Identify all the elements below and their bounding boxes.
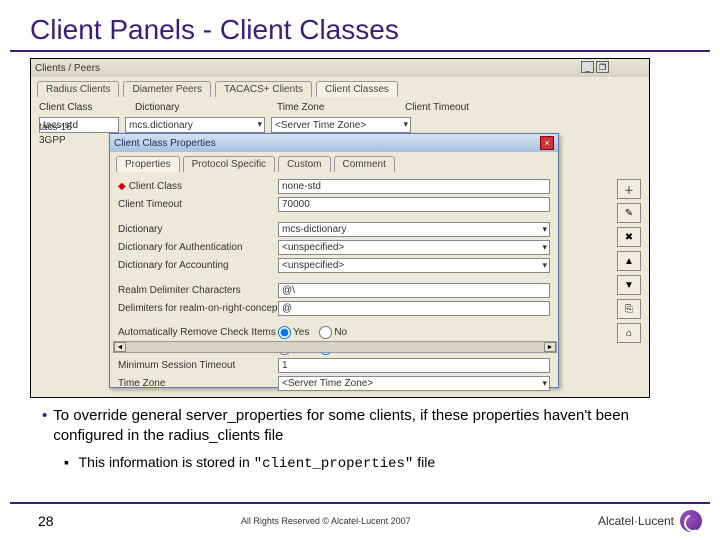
bullet-list: • To override general server_properties … (42, 406, 690, 473)
label-client-timeout: Client Timeout (118, 199, 278, 210)
radio-auto-remove-no[interactable]: No (319, 326, 347, 339)
scroll-left-icon[interactable]: ◄ (114, 342, 126, 352)
window-title: Clients / Peers (35, 63, 100, 74)
footer-divider (10, 502, 710, 504)
radio-auto-remove-yes[interactable]: Yes (278, 326, 309, 339)
input-dictionary[interactable]: mcs-dictionary (278, 222, 550, 237)
home-icon[interactable]: ⌂ (617, 323, 641, 343)
label-client-class: ◆Client Class (118, 181, 278, 192)
col-client-class: Client Class (39, 102, 129, 113)
label-dictionary: Dictionary (118, 224, 278, 235)
label-time-zone: Time Zone (118, 378, 278, 389)
app-screenshot: Clients / Peers _ ❐ Radius Clients Diame… (30, 58, 650, 398)
col-timeout: Client Timeout (405, 102, 495, 113)
header-timezone-dropdown[interactable]: <Server Time Zone> (271, 117, 411, 133)
title-underline (10, 50, 710, 52)
dialog-titlebar: Client Class Properties × (110, 134, 558, 152)
label-min-session: Minimum Session Timeout (118, 360, 278, 371)
copy-icon[interactable]: ⎘ (617, 299, 641, 319)
maximize-button[interactable]: ❐ (596, 61, 609, 73)
bullet-dot-icon: • (42, 406, 47, 447)
tab-radius-clients[interactable]: Radius Clients (37, 81, 119, 97)
scroll-right-icon[interactable]: ► (544, 342, 556, 352)
brand-name: Alcatel·Lucent (598, 514, 674, 528)
move-up-icon[interactable]: ▲ (617, 251, 641, 271)
dlg-tab-protocol[interactable]: Protocol Specific (183, 156, 275, 172)
tab-client-classes[interactable]: Client Classes (316, 81, 398, 97)
page-number: 28 (38, 513, 54, 529)
side-toolbar: ＋ ✎ ✖ ▲ ▼ ⎘ ⌂ (617, 179, 643, 343)
label-auto-remove: Automatically Remove Check Items (118, 327, 278, 338)
delete-icon[interactable]: ✖ (617, 227, 641, 247)
sub-bullet-code: "client_properties" (254, 456, 414, 472)
dlg-tab-properties[interactable]: Properties (116, 156, 180, 172)
add-icon[interactable]: ＋ (617, 179, 641, 199)
input-dict-acct[interactable]: <unspecified> (278, 258, 550, 273)
brand-logo-icon (680, 510, 702, 532)
sub-bullet-post: file (413, 454, 435, 470)
brand: Alcatel·Lucent (598, 510, 702, 532)
label-delim-right: Delimiters for realm-on-right-concepts (118, 303, 278, 314)
input-client-timeout[interactable]: 70000 (278, 197, 550, 212)
header-dictionary-dropdown[interactable]: mcs.dictionary (125, 117, 265, 133)
input-min-session[interactable]: 1 (278, 358, 550, 373)
dialog-body: ◆Client Class none-std Client Timeout 70… (110, 172, 558, 398)
page-title: Client Panels - Client Classes (0, 0, 720, 50)
dlg-tab-comment[interactable]: Comment (334, 156, 395, 172)
copyright: All Rights Reserved © Alcatel-Lucent 200… (54, 516, 598, 526)
input-realm-delim[interactable]: @\ (278, 283, 550, 298)
main-tab-bar: Radius Clients Diameter Peers TACACS+ Cl… (31, 77, 649, 97)
input-time-zone[interactable]: <Server Time Zone> (278, 376, 550, 391)
dialog-title: Client Class Properties (114, 138, 216, 149)
bullet-text-1: To override general server_properties fo… (53, 406, 690, 447)
slide-footer: 28 All Rights Reserved © Alcatel-Lucent … (0, 510, 720, 532)
dialog-tabs: Properties Protocol Specific Custom Comm… (110, 152, 558, 172)
window-controls: _ ❐ (581, 61, 609, 73)
horizontal-scrollbar[interactable]: ◄ ► (113, 341, 557, 353)
col-dictionary: Dictionary (135, 102, 225, 113)
input-dict-auth[interactable]: <unspecified> (278, 240, 550, 255)
tab-tacacs-clients[interactable]: TACACS+ Clients (215, 81, 312, 97)
label-dict-acct: Dictionary for Accounting (118, 260, 278, 271)
input-client-class[interactable]: none-std (278, 179, 550, 194)
bullet-square-icon: ▪ (64, 454, 69, 470)
close-icon[interactable]: × (540, 136, 554, 150)
col-timezone: Time Zone (277, 102, 367, 113)
list-item[interactable]: 3GPP (37, 134, 99, 147)
dlg-tab-custom[interactable]: Custom (278, 156, 330, 172)
label-realm-delim: Realm Delimiter Characters (118, 285, 278, 296)
minimize-button[interactable]: _ (581, 61, 594, 73)
edit-icon[interactable]: ✎ (617, 203, 641, 223)
input-delim-right[interactable]: @ (278, 301, 550, 316)
window-titlebar: Clients / Peers (31, 59, 649, 77)
label-dict-auth: Dictionary for Authentication (118, 242, 278, 253)
tab-diameter-peers[interactable]: Diameter Peers (123, 81, 210, 97)
list-item[interactable]: tacs-16 (37, 121, 99, 134)
move-down-icon[interactable]: ▼ (617, 275, 641, 295)
sub-bullet-pre: This information is stored in (79, 454, 254, 470)
class-list: tacs-16 3GPP (37, 121, 99, 147)
